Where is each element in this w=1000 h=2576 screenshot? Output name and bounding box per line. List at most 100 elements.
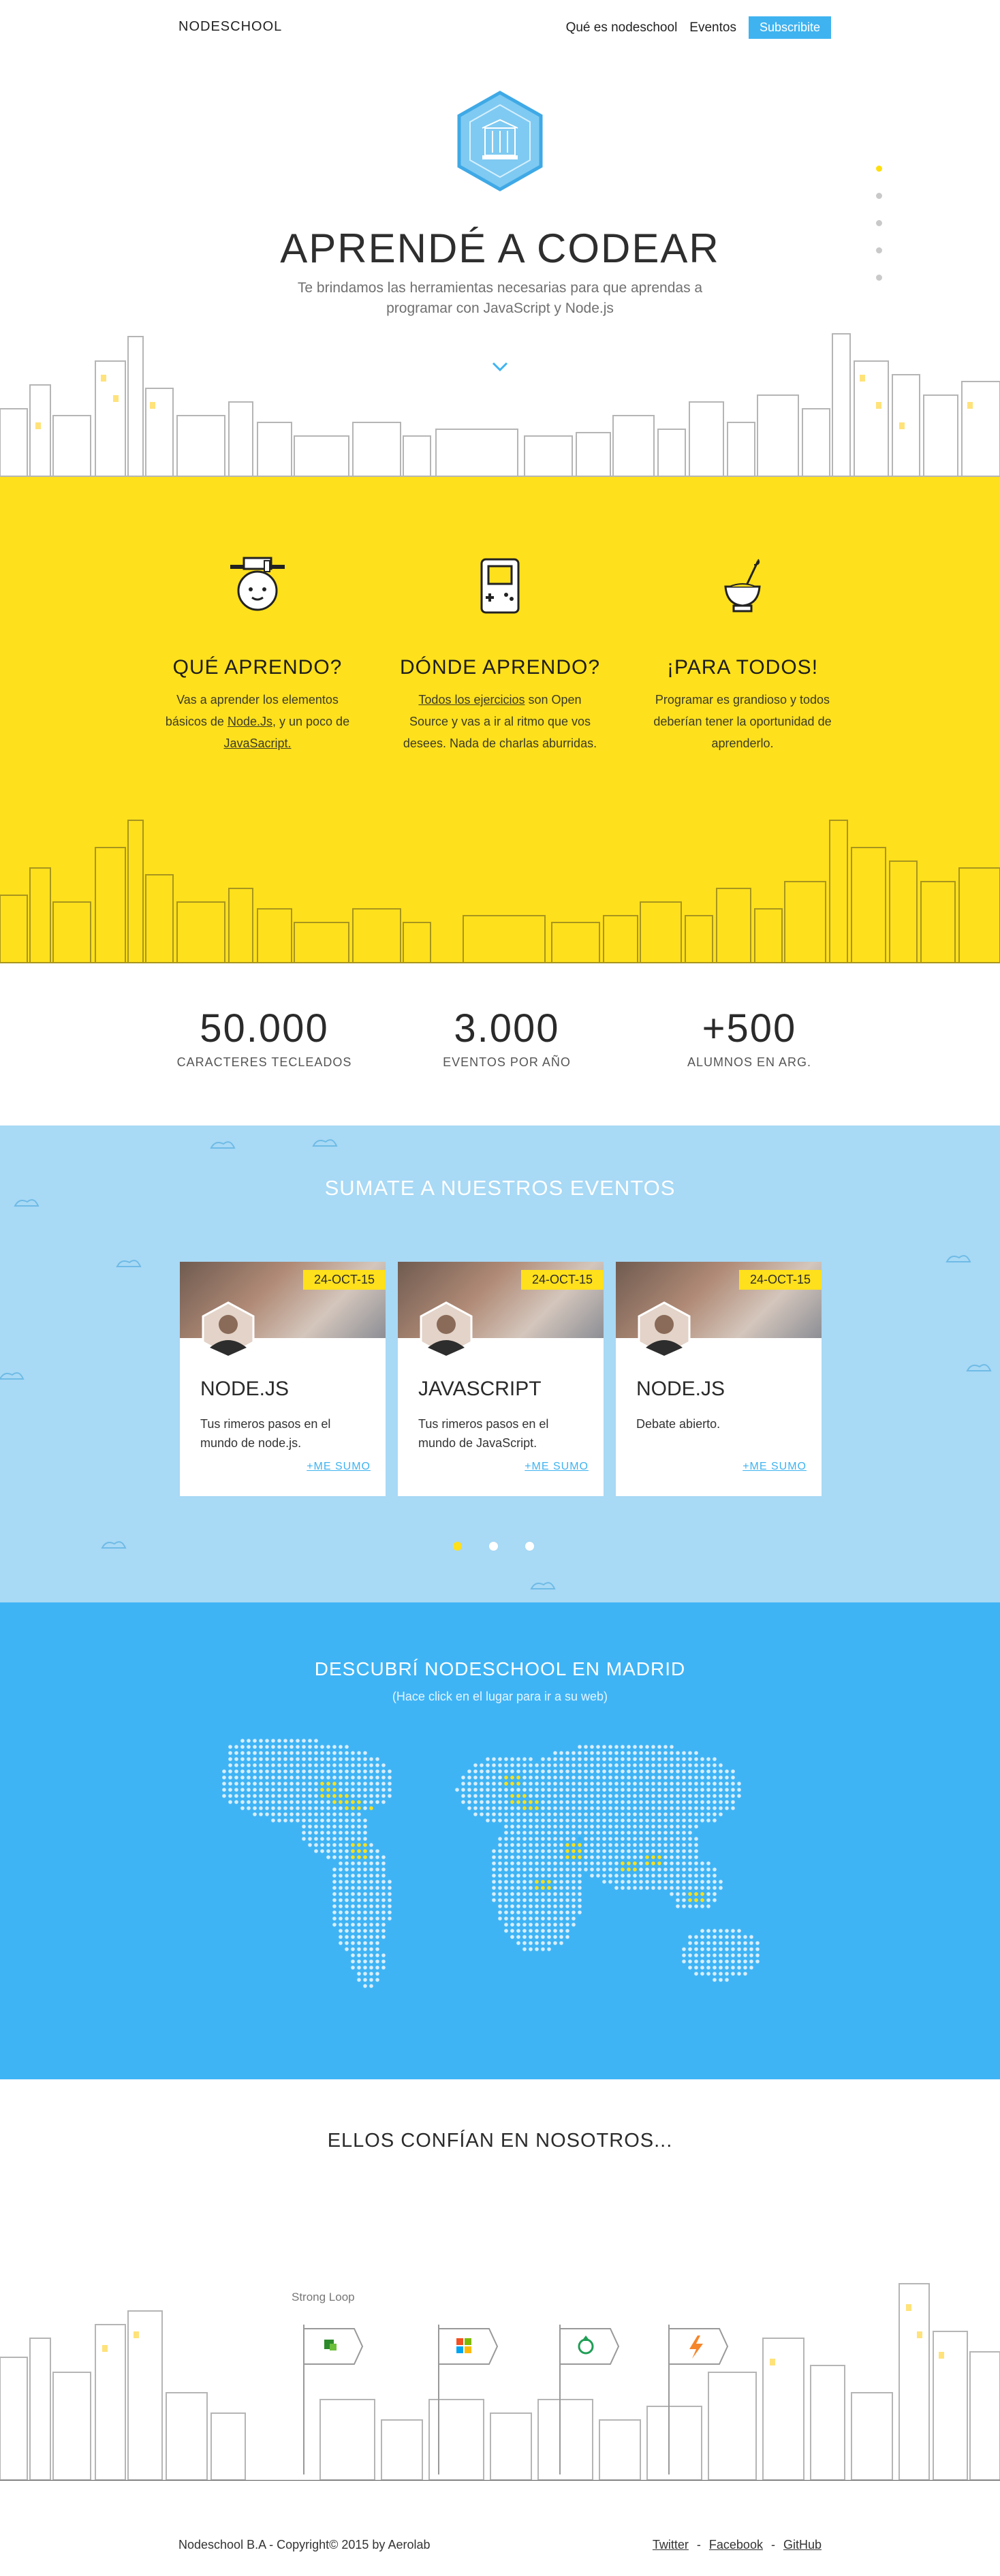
map-dot[interactable]: [657, 1861, 661, 1865]
map-dot[interactable]: [363, 1843, 367, 1847]
map-dot[interactable]: [357, 1849, 361, 1853]
map-dot[interactable]: [345, 1806, 349, 1810]
map-dot[interactable]: [332, 1782, 337, 1786]
map-dot[interactable]: [645, 1861, 649, 1865]
map-dot[interactable]: [339, 1800, 343, 1804]
map-dot[interactable]: [627, 1867, 631, 1872]
event-card[interactable]: 24-OCT-15 NODE.JS Tus rimeros pasos en e…: [180, 1262, 386, 1496]
github-link[interactable]: GitHub: [783, 2538, 822, 2552]
event-card[interactable]: 24-OCT-15 JAVASCRIPT Tus rimeros pasos e…: [398, 1262, 604, 1496]
map-dot[interactable]: [516, 1782, 520, 1786]
map-dot[interactable]: [320, 1794, 324, 1798]
nav-link-eventos[interactable]: Eventos: [689, 20, 736, 35]
join-event-link[interactable]: +ME SUMO: [743, 1461, 807, 1473]
map-dot[interactable]: [621, 1861, 625, 1865]
map-dot[interactable]: [504, 1782, 508, 1786]
map-dot[interactable]: [565, 1849, 569, 1853]
map-dot[interactable]: [351, 1843, 355, 1847]
map-dot[interactable]: [320, 1782, 324, 1786]
map-dot[interactable]: [516, 1800, 520, 1804]
map-dot[interactable]: [357, 1843, 361, 1847]
map-dot[interactable]: [578, 1843, 582, 1847]
map-dot[interactable]: [688, 1898, 692, 1902]
map-dot[interactable]: [700, 1892, 704, 1896]
map-dot[interactable]: [510, 1800, 514, 1804]
map-dot[interactable]: [326, 1782, 330, 1786]
map-dot[interactable]: [510, 1775, 514, 1780]
carousel-dot[interactable]: [489, 1542, 498, 1551]
strongloop-logo-icon[interactable]: [300, 2325, 368, 2474]
map-dot[interactable]: [357, 1806, 361, 1810]
map-dot[interactable]: [363, 1849, 367, 1853]
map-dot[interactable]: [565, 1855, 569, 1859]
map-dot[interactable]: [621, 1867, 625, 1872]
map-dot[interactable]: [504, 1775, 508, 1780]
world-dot-map[interactable]: [218, 1728, 783, 2028]
map-dot[interactable]: [363, 1855, 367, 1859]
map-dot[interactable]: [694, 1892, 698, 1896]
map-dot[interactable]: [345, 1794, 349, 1798]
map-dot[interactable]: [645, 1855, 649, 1859]
nav-link-que-es[interactable]: Qué es nodeschool: [566, 20, 678, 35]
map-dot[interactable]: [700, 1898, 704, 1902]
section-dot[interactable]: [876, 220, 882, 226]
map-dot[interactable]: [572, 1843, 576, 1847]
feature-link-javascript[interactable]: JavaSacript.: [223, 736, 291, 750]
carousel-dot[interactable]: [525, 1542, 534, 1551]
twitter-link[interactable]: Twitter: [653, 2538, 689, 2552]
map-dot[interactable]: [541, 1886, 545, 1890]
map-dot[interactable]: [351, 1849, 355, 1853]
map-dot[interactable]: [578, 1849, 582, 1853]
map-dot[interactable]: [547, 1880, 551, 1884]
map-dot[interactable]: [688, 1892, 692, 1896]
map-dot[interactable]: [535, 1806, 539, 1810]
map-dot[interactable]: [510, 1782, 514, 1786]
subscribe-button[interactable]: Subscribite: [748, 16, 831, 39]
map-dot[interactable]: [547, 1886, 551, 1890]
map-dot[interactable]: [535, 1880, 539, 1884]
facebook-link[interactable]: Facebook: [709, 2538, 763, 2552]
map-dot[interactable]: [326, 1794, 330, 1798]
recycle-logo-icon[interactable]: [556, 2325, 624, 2474]
brand-logo-text[interactable]: NODESCHOOL: [178, 19, 282, 35]
map-dot[interactable]: [535, 1886, 539, 1890]
section-dot[interactable]: [876, 275, 882, 281]
map-dot[interactable]: [510, 1794, 514, 1798]
map-dot[interactable]: [657, 1855, 661, 1859]
map-dot[interactable]: [572, 1849, 576, 1853]
section-dot[interactable]: [876, 247, 882, 253]
carousel-dot[interactable]: [453, 1542, 462, 1551]
feature-link-ejercicios[interactable]: Todos los ejercicios: [418, 693, 525, 707]
map-dot[interactable]: [651, 1861, 655, 1865]
map-dot[interactable]: [541, 1880, 545, 1884]
map-dot[interactable]: [339, 1794, 343, 1798]
map-dot[interactable]: [522, 1794, 527, 1798]
map-dot[interactable]: [529, 1806, 533, 1810]
map-dot[interactable]: [516, 1794, 520, 1798]
microsoft-logo-icon[interactable]: [435, 2325, 503, 2474]
map-dot[interactable]: [332, 1794, 337, 1798]
map-dot[interactable]: [565, 1843, 569, 1847]
map-dot[interactable]: [332, 1788, 337, 1792]
map-dot[interactable]: [522, 1806, 527, 1810]
lightning-logo-icon[interactable]: [665, 2325, 733, 2474]
map-dot[interactable]: [326, 1788, 330, 1792]
section-dot[interactable]: [876, 166, 882, 172]
feature-link-nodejs[interactable]: Node.Js: [228, 715, 272, 728]
map-dot[interactable]: [633, 1867, 637, 1872]
map-dot[interactable]: [357, 1800, 361, 1804]
map-dot[interactable]: [320, 1788, 324, 1792]
map-dot[interactable]: [633, 1861, 637, 1865]
map-dot[interactable]: [529, 1800, 533, 1804]
map-dot[interactable]: [651, 1855, 655, 1859]
map-dot[interactable]: [345, 1800, 349, 1804]
map-dot[interactable]: [332, 1800, 337, 1804]
map-dot[interactable]: [627, 1861, 631, 1865]
join-event-link[interactable]: +ME SUMO: [307, 1461, 371, 1473]
map-dot[interactable]: [351, 1806, 355, 1810]
section-dot[interactable]: [876, 193, 882, 199]
map-dot[interactable]: [578, 1855, 582, 1859]
map-dot[interactable]: [357, 1855, 361, 1859]
map-dot[interactable]: [694, 1898, 698, 1902]
join-event-link[interactable]: +ME SUMO: [525, 1461, 589, 1473]
